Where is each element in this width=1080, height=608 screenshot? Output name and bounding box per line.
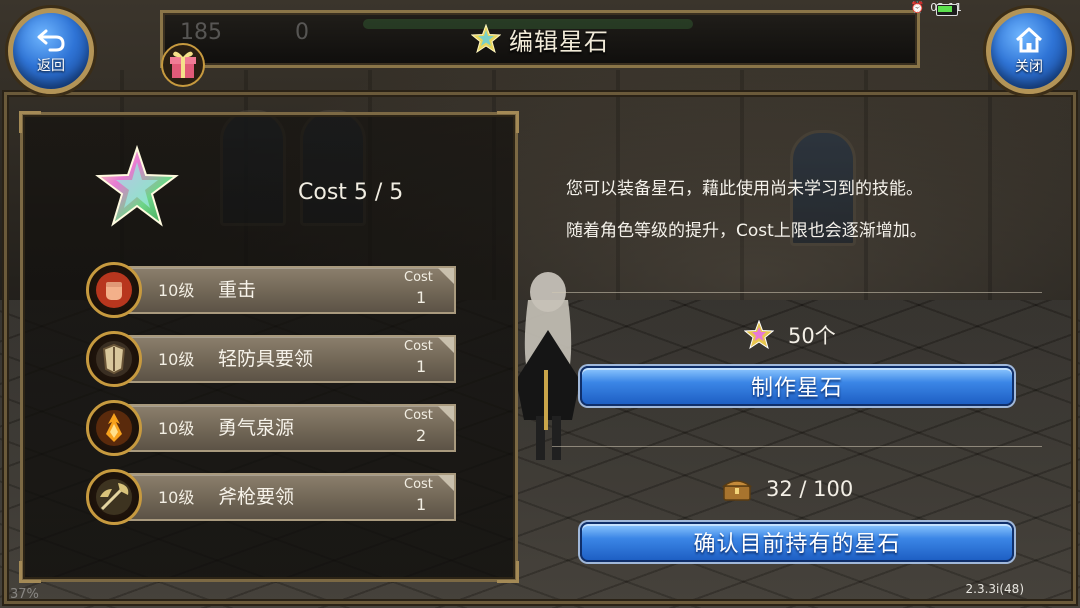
close-label: 关闭 (1015, 59, 1043, 75)
skill-level: 10级 (158, 488, 195, 507)
title-bar: 编辑星石 (160, 10, 920, 68)
game-screen: 编辑星石 185 0 ⏰ 02:11 返回 关闭 (0, 0, 1080, 608)
description-line: 随着角色等级的提升，Cost上限也会逐渐增加。 (566, 221, 927, 241)
star-stone-icon (471, 24, 501, 54)
stone-capacity: 32 / 100 (766, 477, 854, 501)
flame-icon (96, 410, 132, 446)
page-title: 编辑星石 (509, 27, 609, 56)
skill-icon-frame (86, 262, 142, 318)
skill-name: 勇气泉源 (218, 417, 295, 439)
capacity-row: 32 / 100 (722, 476, 853, 502)
skill-icon-frame (86, 400, 142, 456)
divider (552, 292, 1042, 293)
battery-icon (936, 4, 958, 16)
frame-corner (19, 111, 41, 133)
fist-icon (96, 272, 132, 308)
close-button[interactable]: 关闭 (986, 8, 1072, 94)
gift-icon[interactable] (160, 42, 206, 88)
skill-level: 10级 (158, 350, 195, 369)
frame-corner (19, 561, 41, 583)
description: 您可以装备星石，藉此使用尚未学习到的技能。 随着角色等级的提升，Cost上限也会… (566, 168, 1036, 252)
alarm-icon: ⏰ (910, 0, 925, 14)
skill-row[interactable]: 10级 斧枪要领 Cost 1 (86, 469, 458, 525)
check-stones-button[interactable]: 确认目前持有的星石 (580, 522, 1014, 562)
skill-cost-value: 1 (416, 357, 427, 376)
treasure-chest-icon (722, 480, 752, 501)
skill-level: 10级 (158, 419, 195, 438)
skill-cost-value: 2 (416, 426, 427, 445)
skill-cost-value: 1 (416, 288, 427, 307)
frame-corner (497, 111, 519, 133)
skill-cost-label: Cost (404, 408, 433, 423)
version-label: 2.3.3i(48) (965, 582, 1025, 596)
stone-count-row: 50个 (744, 320, 836, 350)
skill-cost-label: Cost (404, 270, 433, 285)
hud-value-right: 0 (295, 20, 309, 45)
bottom-left-indicator: 37% (10, 587, 39, 602)
skill-level: 10级 (158, 281, 195, 300)
skill-icon-frame (86, 331, 142, 387)
divider (552, 446, 1042, 447)
back-button[interactable]: 返回 (8, 8, 94, 94)
armor-icon (96, 341, 132, 377)
skill-cost-label: Cost (404, 477, 433, 492)
skill-name: 重击 (218, 279, 257, 301)
skill-row[interactable]: 10级 重击 Cost 1 (86, 262, 458, 318)
skill-row[interactable]: 10级 勇气泉源 Cost 2 (86, 400, 458, 456)
stone-count: 50个 (788, 324, 836, 348)
skill-cost-value: 1 (416, 495, 427, 514)
skill-name: 轻防具要领 (218, 348, 314, 370)
description-line: 您可以装备星石，藉此使用尚未学习到的技能。 (566, 179, 923, 199)
frame-corner (497, 561, 519, 583)
player-character (516, 272, 580, 460)
back-arrow-icon (37, 29, 65, 52)
axe-icon (96, 479, 132, 515)
cost-total: Cost 5 / 5 (298, 180, 404, 205)
star-stone-icon (744, 320, 774, 350)
skill-cost-label: Cost (404, 339, 433, 354)
skill-name: 斧枪要领 (218, 486, 295, 508)
back-label: 返回 (37, 58, 65, 74)
home-icon (1015, 27, 1043, 53)
skill-row[interactable]: 10级 轻防具要领 Cost 1 (86, 331, 458, 387)
skill-icon-frame (86, 469, 142, 525)
craft-stone-button[interactable]: 制作星石 (580, 366, 1014, 406)
star-stone-large-icon (95, 144, 179, 227)
